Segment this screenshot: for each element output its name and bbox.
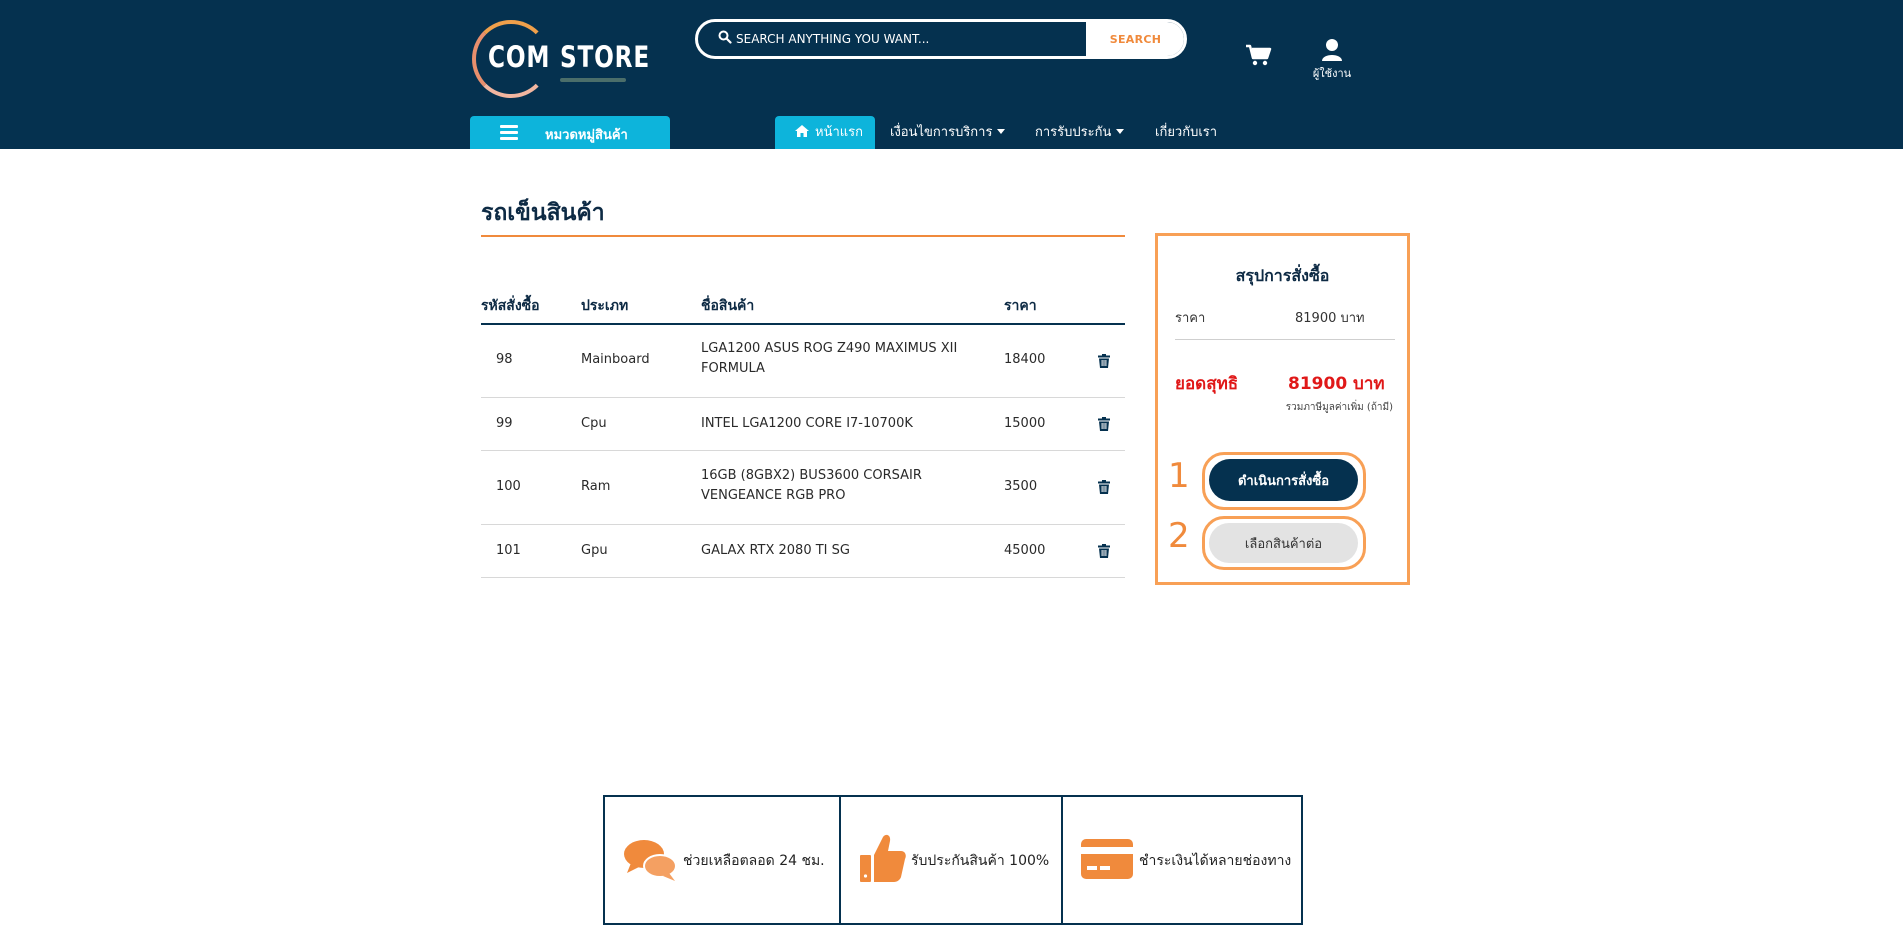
column-header-type: ประเภท [581,298,629,314]
cell-price: 18400 [1004,352,1046,367]
cell-order-id: 98 [496,352,513,367]
annotation-number-2: 2 [1168,516,1190,556]
page-title: รถเข็นสินค้า [481,200,605,226]
column-header-name: ชื่อสินค้า [701,298,755,314]
caret-down-icon [997,129,1006,134]
cell-order-id: 100 [496,479,521,494]
features-strip: ช่วยเหลือตลอด 24 ชม. รับประกันสินค้า 100… [603,795,1303,925]
feature-payment: ชำระเงินได้หลายช่องทาง [1063,797,1301,923]
nav-terms[interactable]: เงื่อนไขการบริการ [890,116,1006,149]
user-label: ผู้ใช้งาน [1312,67,1352,80]
category-menu-label: หมวดหมู่สินค้า [545,128,628,143]
nav-about[interactable]: เกี่ยวกับเรา [1155,116,1217,149]
cell-product-name: LGA1200 ASUS ROG Z490 MAXIMUS XII FORMUL… [701,341,958,376]
cell-type: Ram [581,479,611,494]
trash-icon[interactable] [1098,480,1110,494]
summary-title: สรุปการสั่งซื้อ [1235,266,1330,285]
trash-icon[interactable] [1098,354,1110,368]
table-row: 98 Mainboard LGA1200 ASUS ROG Z490 MAXIM… [481,325,1125,398]
cell-type: Cpu [581,416,607,431]
cell-type: Gpu [581,543,608,558]
trash-icon[interactable] [1098,417,1110,431]
cart-icon[interactable] [1245,44,1273,66]
logo-word-store: STORE [560,40,650,74]
summary-net-value: 81900 บาท [1288,374,1385,394]
logo-swoosh [560,78,626,82]
cell-order-id: 99 [496,416,513,431]
nav-home[interactable]: หน้าแรก [775,116,875,149]
continue-shopping-button[interactable]: เลือกสินค้าต่อ [1209,523,1358,563]
cell-product-name: GALAX RTX 2080 TI SG [701,543,850,558]
search-input[interactable] [736,22,1136,56]
cell-price: 45000 [1004,543,1046,558]
cell-product-name: INTEL LGA1200 CORE I7-10700K [701,416,913,431]
table-row: 101 Gpu GALAX RTX 2080 TI SG 45000 [481,525,1125,578]
place-order-button[interactable]: ดำเนินการสั่งซื้อ [1209,459,1358,501]
feature-payment-text: ชำระเงินได้หลายช่องทาง [1139,853,1292,869]
summary-price-label: ราคา [1175,311,1206,326]
nav-home-label: หน้าแรก [815,125,863,140]
summary-divider [1175,339,1395,340]
feature-support: ช่วยเหลือตลอด 24 ชม. [605,797,841,923]
credit-card-icon [1081,839,1133,879]
summary-net-label: ยอดสุทธิ [1175,374,1239,394]
nav-warranty[interactable]: การรับประกัน [1035,116,1125,149]
nav-warranty-label: การรับประกัน [1035,125,1112,140]
caret-down-icon [1116,129,1125,134]
nav-about-label: เกี่ยวกับเรา [1155,125,1218,140]
title-divider [481,235,1125,237]
table-row: 99 Cpu INTEL LGA1200 CORE I7-10700K 1500… [481,398,1125,451]
thumbs-up-icon [860,834,906,882]
column-header-order-id: รหัสสั่งซื้อ [481,298,540,314]
trash-icon[interactable] [1098,544,1110,558]
feature-support-text: ช่วยเหลือตลอด 24 ชม. [683,853,825,869]
category-menu-button[interactable]: หมวดหมู่สินค้า [470,116,670,149]
search-icon [718,30,732,44]
cell-type: Mainboard [581,352,650,367]
column-header-price: ราคา [1004,298,1037,314]
search-button[interactable]: SEARCH [1086,22,1184,56]
store-logo[interactable]: COM STORE [468,16,650,102]
user-icon [1322,39,1342,61]
home-icon [795,125,809,137]
table-row: 100 Ram 16GB (8GBX2) BUS3600 CORSAIR VEN… [481,451,1125,525]
site-header: COM STORE SEARCH ผู้ใช้งาน หมวดหมู่สินค้… [0,0,1903,149]
feature-warranty-text: รับประกันสินค้า 100% [911,853,1050,869]
search-bar: SEARCH [695,19,1187,59]
annotation-highlight-2: เลือกสินค้าต่อ [1202,516,1366,570]
cell-price: 3500 [1004,479,1038,494]
chat-icon [624,840,677,881]
summary-vat-note: รวมภาษีมูลค่าเพิ่ม (ถ้ามี) [1285,402,1393,413]
cell-product-name: 16GB (8GBX2) BUS3600 CORSAIR VENGEANCE R… [701,468,922,503]
order-summary-panel: สรุปการสั่งซื้อ ราคา 81900 บาท ยอดสุทธิ … [1155,233,1410,585]
summary-price-value: 81900 บาท [1295,311,1365,326]
annotation-highlight-1: ดำเนินการสั่งซื้อ [1202,452,1366,510]
nav-terms-label: เงื่อนไขการบริการ [890,125,993,140]
feature-warranty: รับประกันสินค้า 100% [841,797,1063,923]
user-menu[interactable]: ผู้ใช้งาน [1305,38,1359,82]
cell-price: 15000 [1004,416,1046,431]
logo-word-com: COM [488,40,551,74]
hamburger-icon [500,125,518,140]
cell-order-id: 101 [496,543,521,558]
annotation-number-1: 1 [1168,456,1190,496]
